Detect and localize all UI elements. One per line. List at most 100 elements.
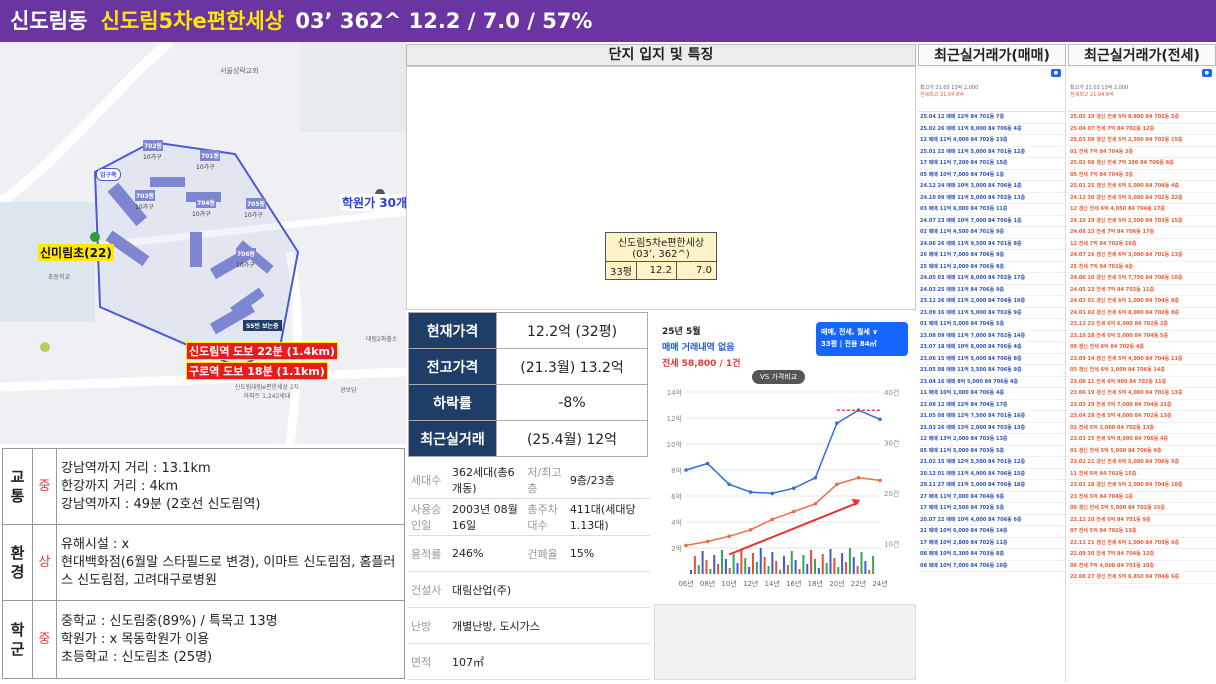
jeonse-panel-top: ● 최고가 21.03 13억 2,000 전세최고 21.04 8억 bbox=[1068, 66, 1216, 112]
volume-bar bbox=[709, 569, 712, 574]
volume-bar bbox=[759, 548, 762, 574]
transaction-row: 24.01 02 갱신 전세 6억 8,000 84 702동 8층 bbox=[1068, 308, 1216, 319]
transaction-row: 02 매매 11억 4,500 84 701동 9층 bbox=[918, 227, 1065, 239]
series-point bbox=[835, 482, 839, 487]
transaction-row: 22.08 12 매매 12억 84 704동 17층 bbox=[918, 400, 1065, 411]
rating-env: 상 bbox=[32, 524, 57, 601]
volume-bar bbox=[752, 553, 754, 574]
cat-traffic: 교통 bbox=[2, 448, 33, 525]
jeonse-peak: 최고가 21.03 13억 2,000 bbox=[1070, 85, 1129, 91]
station1-label: 신도림역 도보 22분 (1.4km) bbox=[186, 342, 338, 360]
transaction-row: 23.04 28 전세 5억 4,000 84 702동 13층 bbox=[1068, 411, 1216, 423]
bldg-701-label: 701동 bbox=[200, 150, 221, 161]
transaction-row: 24.06 20 갱신 전세 5억 7,750 84 706동 10층 bbox=[1068, 273, 1216, 285]
entrance-marker[interactable]: 입구쪽 bbox=[96, 168, 121, 181]
transaction-row: 22.08 27 갱신 전세 5억 6,850 84 704동 6층 bbox=[1068, 572, 1216, 584]
transaction-row: 23.06 19 갱신 전세 5억 4,000 84 701동 13층 bbox=[1068, 388, 1216, 400]
transaction-row: 21.03 26 매매 13억 2,000 84 703동 13층 bbox=[918, 423, 1065, 434]
transaction-row: 23.05 08 매매 11억 3,500 84 706동 9층 bbox=[918, 365, 1065, 377]
rating-school: 중 bbox=[32, 600, 57, 679]
x-tick-label: 20년 bbox=[829, 579, 844, 588]
transaction-row: 20.07 22 매매 10억 4,000 84 706동 6층 bbox=[918, 515, 1065, 526]
police-label: 대림2파출소 bbox=[366, 336, 398, 343]
recent-jeonse-panel[interactable]: ● 최고가 21.03 13억 2,000 전세최고 21.04 8억 25.0… bbox=[1068, 66, 1216, 682]
sale-filter-pill[interactable]: ● bbox=[1050, 69, 1061, 77]
complex-info-table: 신도림5차e편한세상 (03’, 362^) 33평 12.2 7.0 bbox=[605, 232, 717, 280]
x-tick-label: 24년 bbox=[872, 579, 887, 588]
series-point bbox=[684, 468, 688, 472]
volume-bar bbox=[806, 564, 809, 574]
transaction-row: 25.04 07 전세 7억 84 702동 12층 bbox=[1068, 124, 1216, 135]
transaction-row: 07 전세 5억 84 702동 13층 bbox=[1068, 526, 1216, 538]
x-tick-label: 06년 bbox=[678, 579, 693, 588]
volume-bar bbox=[829, 549, 832, 574]
transaction-row: 22.09 30 전세 7억 84 704동 12층 bbox=[1068, 549, 1216, 561]
volume-bar bbox=[833, 558, 836, 574]
transaction-row: 22.11 21 갱신 전세 6억 1,000 84 703동 9층 bbox=[1068, 538, 1216, 549]
x-tick-label: 16년 bbox=[786, 579, 801, 588]
x-tick-label: 10년 bbox=[721, 579, 736, 588]
transaction-row: 23.01 28 갱신 전세 5억 2,000 84 704동 10층 bbox=[1068, 480, 1216, 492]
volume-bar bbox=[701, 551, 704, 574]
volume-bar bbox=[798, 569, 801, 574]
rating-traffic: 중 bbox=[32, 448, 57, 525]
x-tick-label: 14년 bbox=[765, 579, 780, 588]
transaction-row: 23.12 26 매매 11억 2,000 84 704동 10층 bbox=[918, 296, 1065, 308]
bus-marker[interactable]: 55번 보는중 bbox=[243, 320, 282, 331]
volume-bar bbox=[794, 560, 797, 574]
transaction-row: 24.02 01 갱신 전세 6억 1,000 84 704동 8층 bbox=[1068, 296, 1216, 308]
info-sale-cell: 12.2 bbox=[635, 261, 677, 280]
volume-bar bbox=[705, 560, 708, 574]
volume-bar bbox=[763, 557, 766, 574]
y-tick-label: 14억 bbox=[667, 389, 682, 397]
transaction-row: 24.05 23 전세 7억 84 703동 11층 bbox=[1068, 285, 1216, 296]
detail-row: 건설사 대림산업(주) bbox=[408, 571, 650, 608]
volume-bar bbox=[802, 555, 805, 574]
transaction-row: 21.02 15 매매 12억 5,500 84 701동 12층 bbox=[918, 457, 1065, 469]
bldg-704-sub: 10가구 bbox=[192, 211, 211, 218]
detail-row: 사용승인일 2003년 08월 16일 총주차대수 411대(세대당 1.13대) bbox=[408, 498, 650, 536]
transaction-row: 20.12 01 매매 11억 4,900 84 706동 15층 bbox=[918, 469, 1065, 480]
volume-bar bbox=[740, 549, 743, 574]
x-tick-label: 22년 bbox=[851, 579, 866, 588]
volume-bar bbox=[790, 551, 793, 574]
series-point bbox=[856, 476, 861, 480]
volume-bar bbox=[868, 570, 871, 574]
transaction-row: 08 매매 10억 5,300 84 703동 8층 bbox=[918, 549, 1065, 561]
map-panel[interactable]: 702동 701동 703동 704동 705동 706동 10가구 10가구 … bbox=[0, 42, 406, 444]
y-tick-label: 10억 bbox=[667, 441, 682, 449]
location-section-title: 단지 입지 및 특징 bbox=[406, 44, 916, 66]
complex2-label: 신도림대림e편한세상 2차아파트 1,242세대 bbox=[234, 384, 300, 400]
env-details: 유해시설 : x 현대백화점(6월말 스타필드로 변경), 이마트 신도림점, … bbox=[56, 524, 405, 601]
jeonse-filter-pill[interactable]: ● bbox=[1201, 69, 1212, 77]
volume-bar bbox=[748, 567, 751, 574]
transaction-row: 24.10 09 매매 11억 5,000 84 702동 13층 bbox=[918, 193, 1065, 204]
volume-bar bbox=[713, 555, 716, 574]
traffic-details: 강남역까지 거리 : 13.1km 한강까지 거리 : 4km 강남역까지 : … bbox=[56, 448, 405, 525]
info-name-cell: 신도림5차e편한세상 (03’, 362^) bbox=[605, 232, 717, 262]
transaction-row: 01 전세 5억 3,000 84 702동 13층 bbox=[1068, 423, 1216, 434]
detail-row: 난방 개별난방, 도시가스 bbox=[408, 607, 650, 644]
transaction-row: 25.02 08 갱신 전세 7억 350 84 706동 8층 bbox=[1068, 158, 1216, 170]
sale-jeonse-peak: 전세최고 21.04 8억 bbox=[920, 92, 964, 98]
series-point bbox=[813, 502, 818, 506]
series-point bbox=[791, 509, 796, 514]
transaction-row: 23 전세 5억 84 704동 1층 bbox=[1068, 492, 1216, 503]
price-val-current: 12.2억 (32평) bbox=[496, 312, 648, 349]
transaction-row: 25 매매 11억 2,000 84 706동 8층 bbox=[918, 262, 1065, 273]
series-point bbox=[770, 517, 775, 522]
transaction-row: 24.05 03 매매 11억 8,000 84 702동 17층 bbox=[918, 273, 1065, 285]
transaction-row: 05 매매 10억 7,000 84 704동 1층 bbox=[918, 170, 1065, 181]
location-info-table: 교통 중 강남역까지 거리 : 13.1km 한강까지 거리 : 4km 강남역… bbox=[2, 448, 405, 679]
price-table: 현재가격 12.2억 (32평) 전고가격 (21.3월) 13.2억 하락률 -8%… bbox=[408, 312, 648, 457]
bldg-705-label: 705동 bbox=[246, 198, 267, 209]
transaction-row: 23.02 21 갱신 전세 6억 5,000 84 706동 5층 bbox=[1068, 457, 1216, 469]
transaction-row: 03 매매 11억 6,000 84 703동 11층 bbox=[918, 204, 1065, 216]
volume-bar bbox=[779, 570, 782, 574]
recent-sale-panel[interactable]: ● 최고가 21.03 13억 2,000 전세최고 21.04 8억 25.0… bbox=[918, 66, 1066, 682]
details-table: 세대수 362세대(총6개동) 저/최고층 9층/23층 사용승인일 2003년 08월… bbox=[408, 462, 650, 680]
recent-sale-title: 최근실거래가(매매) bbox=[918, 44, 1066, 66]
volume-bar bbox=[744, 558, 747, 574]
price-key-peak: 전고가격 bbox=[408, 348, 497, 385]
transaction-row: 22.12 10 전세 6억 84 701동 9층 bbox=[1068, 515, 1216, 526]
